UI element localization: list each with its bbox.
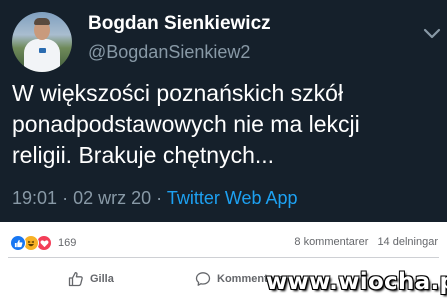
tweet-text-line: religii. Brakuje chętnych...: [12, 142, 275, 168]
meta-separator: ·: [156, 188, 163, 208]
avatar-shirt: [24, 39, 60, 72]
tweet-text-line: W większości poznańskich szkół: [12, 80, 344, 106]
avatar-shirt-logo: [39, 48, 46, 53]
share-count[interactable]: 14 delningar: [377, 236, 438, 248]
like-button[interactable]: Gilla: [68, 264, 114, 294]
tweet-date[interactable]: 02 wrz 20: [73, 188, 151, 208]
chevron-down-icon[interactable]: [423, 27, 441, 41]
tweet-text: W większości poznańskich szkół ponadpods…: [12, 78, 442, 171]
thumbs-up-icon: [68, 271, 83, 287]
reactions-summary[interactable]: 169: [10, 233, 76, 253]
like-button-label: Gilla: [90, 273, 114, 285]
tweet-source[interactable]: Twitter Web App: [167, 188, 298, 208]
tweet-text-line: ponadpodstawowych nie ma lekcji: [12, 111, 360, 137]
avatar[interactable]: [12, 12, 72, 72]
comment-icon: [195, 272, 211, 286]
facebook-post-footer: 169 8 kommentarer 14 delningar Gilla Kom…: [0, 222, 447, 302]
meta-separator: ·: [62, 188, 69, 208]
like-icon: [10, 235, 26, 251]
watermark: www.wiocha.pl: [266, 269, 447, 295]
reaction-count: 169: [58, 237, 77, 249]
tweet-card: Bogdan Sienkiewicz @BogdanSienkiew2 W wi…: [0, 0, 447, 222]
user-handle[interactable]: @BogdanSienkiew2: [88, 42, 250, 63]
comment-count[interactable]: 8 kommentarer: [294, 236, 368, 248]
engagement-counts: 8 kommentarer 14 delningar: [294, 236, 438, 248]
divider: [8, 257, 439, 258]
avatar-hair: [34, 18, 50, 25]
tweet-time[interactable]: 19:01: [12, 188, 57, 208]
tweet-meta: 19:01 · 02 wrz 20 · Twitter Web App: [12, 188, 298, 209]
display-name[interactable]: Bogdan Sienkiewicz: [88, 13, 271, 35]
